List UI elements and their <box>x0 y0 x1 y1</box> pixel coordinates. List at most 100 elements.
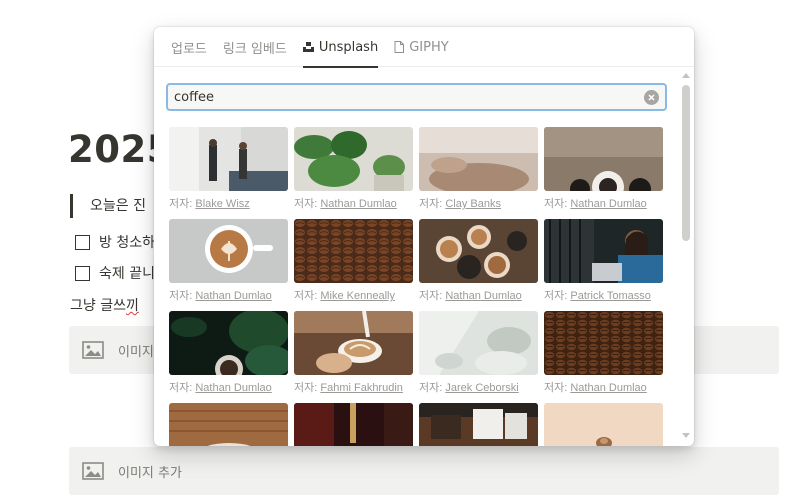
text-block[interactable]: 그냥 글쓰끼 <box>70 295 139 315</box>
photo-thumbnail[interactable] <box>544 127 663 191</box>
scroll-thumb[interactable] <box>682 85 690 241</box>
author-prefix: 저자: <box>419 290 443 302</box>
author-prefix: 저자: <box>169 382 193 394</box>
photo-thumbnail[interactable] <box>294 311 413 375</box>
todo-item-2[interactable]: 숙제 끝니 <box>75 262 155 284</box>
photo-item[interactable] <box>169 403 288 446</box>
photo-item[interactable]: 저자: Nathan Dumlao <box>544 127 663 211</box>
text-block-content: 그냥 글쓰 <box>70 298 126 314</box>
photo-thumbnail[interactable] <box>544 219 663 283</box>
author-prefix: 저자: <box>294 290 318 302</box>
picker-tabs: 업로드 링크 임베드 Unsplash GIPHY <box>154 27 694 68</box>
photo-item[interactable]: 저자: Nathan Dumlao <box>544 311 663 395</box>
author-prefix: 저자: <box>419 382 443 394</box>
photo-item[interactable]: 저자: Patrick Tomasso <box>544 219 663 303</box>
photo-item[interactable]: 저자: Clay Banks <box>419 127 538 211</box>
photo-thumbnail[interactable] <box>294 219 413 283</box>
photo-thumbnail[interactable] <box>169 219 288 283</box>
photo-item[interactable]: 저자: Nathan Dumlao <box>169 219 288 303</box>
tab-label: 링크 임베드 <box>222 41 287 57</box>
photo-credit: 저자: Nathan Dumlao <box>544 379 663 395</box>
search-box[interactable] <box>166 83 667 111</box>
search-input[interactable] <box>174 89 644 105</box>
todo-text: 숙제 끝니 <box>99 266 155 282</box>
photo-thumbnail[interactable] <box>169 127 288 191</box>
author-link[interactable]: Nathan Dumlao <box>570 198 646 210</box>
tab-giphy[interactable]: GIPHY <box>388 27 454 67</box>
photo-credit: 저자: Nathan Dumlao <box>169 287 288 303</box>
author-link[interactable]: Nathan Dumlao <box>195 382 271 394</box>
photo-thumbnail[interactable] <box>294 403 413 446</box>
photo-credit: 저자: Jarek Ceborski <box>419 379 538 395</box>
photo-item[interactable] <box>544 403 663 446</box>
scroll-up-arrow-icon[interactable] <box>682 73 690 78</box>
photo-thumbnail[interactable] <box>419 127 538 191</box>
photo-thumbnail[interactable] <box>544 311 663 375</box>
tab-embed-link[interactable]: 링크 임베드 <box>217 27 293 67</box>
photo-credit: 저자: Mike Kenneally <box>294 287 413 303</box>
author-link[interactable]: Nathan Dumlao <box>445 290 521 302</box>
author-prefix: 저자: <box>544 198 568 210</box>
photo-credit: 저자: Nathan Dumlao <box>544 195 663 211</box>
author-link[interactable]: Nathan Dumlao <box>320 198 396 210</box>
todo-item-1[interactable]: 방 청소하 <box>75 231 155 253</box>
photo-thumbnail[interactable] <box>169 311 288 375</box>
photo-credit: 저자: Nathan Dumlao <box>169 379 288 395</box>
photo-thumbnail[interactable] <box>419 219 538 283</box>
quote-text: 오늘은 진 <box>90 198 146 214</box>
author-link[interactable]: Fahmi Fakhrudin <box>320 382 403 394</box>
photo-item[interactable]: 저자: Fahmi Fakhrudin <box>294 311 413 395</box>
author-prefix: 저자: <box>294 198 318 210</box>
image-picker-popup: 업로드 링크 임베드 Unsplash GIPHY 저자: Blake Wisz <box>154 27 694 446</box>
spellcheck-word: 끼 <box>125 298 139 314</box>
scroll-down-arrow-icon[interactable] <box>682 433 690 438</box>
author-link[interactable]: Mike Kenneally <box>320 290 395 302</box>
photo-credit: 저자: Nathan Dumlao <box>294 195 413 211</box>
author-prefix: 저자: <box>544 290 568 302</box>
photo-thumbnail[interactable] <box>169 403 288 446</box>
quote-block[interactable]: 오늘은 진 <box>70 194 146 218</box>
photo-credit: 저자: Nathan Dumlao <box>419 287 538 303</box>
photo-item[interactable]: 저자: Nathan Dumlao <box>294 127 413 211</box>
todo-text: 방 청소하 <box>99 235 155 251</box>
author-link[interactable]: Nathan Dumlao <box>570 382 646 394</box>
author-prefix: 저자: <box>169 198 193 210</box>
photo-credit: 저자: Fahmi Fakhrudin <box>294 379 413 395</box>
photo-thumbnail[interactable] <box>419 403 538 446</box>
photo-item[interactable]: 저자: Nathan Dumlao <box>169 311 288 395</box>
author-link[interactable]: Nathan Dumlao <box>195 290 271 302</box>
photo-thumbnail[interactable] <box>419 311 538 375</box>
author-link[interactable]: Clay Banks <box>445 198 501 210</box>
author-link[interactable]: Jarek Ceborski <box>445 382 518 394</box>
tab-label: GIPHY <box>409 39 449 55</box>
photo-credit: 저자: Patrick Tomasso <box>544 287 663 303</box>
photo-item[interactable]: 저자: Blake Wisz <box>169 127 288 211</box>
document-icon <box>394 41 405 53</box>
scrollbar[interactable] <box>678 69 692 446</box>
todo-checkbox[interactable] <box>75 265 90 281</box>
image-icon <box>82 462 104 480</box>
clear-search-icon[interactable] <box>644 89 659 105</box>
author-link[interactable]: Blake Wisz <box>195 198 249 210</box>
unsplash-icon <box>302 42 314 52</box>
photo-thumbnail[interactable] <box>544 403 663 446</box>
image-icon <box>82 341 104 359</box>
photo-item[interactable] <box>419 403 538 446</box>
tab-unsplash[interactable]: Unsplash <box>297 27 384 68</box>
photo-thumbnail[interactable] <box>294 127 413 191</box>
add-image-label: 이미지 추가 <box>118 465 182 481</box>
photo-credit: 저자: Blake Wisz <box>169 195 288 211</box>
add-image-block-2[interactable]: 이미지 추가 <box>69 447 779 495</box>
photo-item[interactable]: 저자: Nathan Dumlao <box>419 219 538 303</box>
photo-item[interactable] <box>294 403 413 446</box>
tab-upload[interactable]: 업로드 <box>165 27 213 67</box>
todo-checkbox[interactable] <box>75 234 90 250</box>
author-prefix: 저자: <box>544 382 568 394</box>
photo-credit: 저자: Clay Banks <box>419 195 538 211</box>
photo-item[interactable]: 저자: Jarek Ceborski <box>419 311 538 395</box>
author-prefix: 저자: <box>294 382 318 394</box>
author-prefix: 저자: <box>169 290 193 302</box>
author-link[interactable]: Patrick Tomasso <box>570 290 651 302</box>
photo-item[interactable]: 저자: Mike Kenneally <box>294 219 413 303</box>
author-prefix: 저자: <box>419 198 443 210</box>
